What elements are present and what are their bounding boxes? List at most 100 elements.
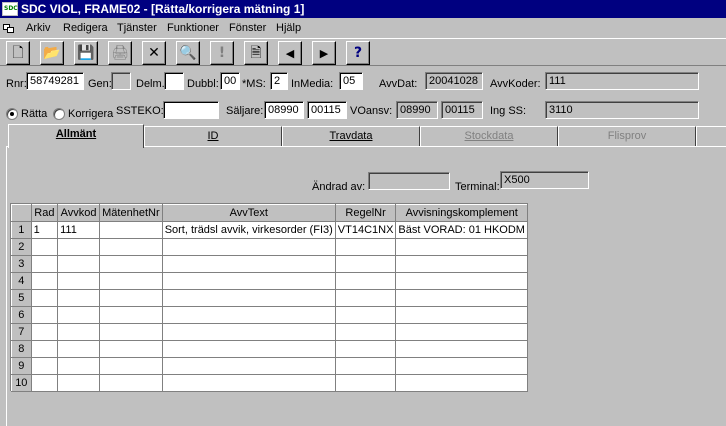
row-header[interactable]: 2 [11, 238, 32, 256]
table-row[interactable]: 2 [11, 238, 528, 256]
grid-cell[interactable] [99, 323, 163, 341]
grid-cell[interactable] [395, 306, 528, 324]
grid-cell[interactable] [99, 374, 163, 392]
grid-cell[interactable] [99, 255, 163, 273]
row-header[interactable]: 8 [11, 340, 32, 358]
new-page-icon[interactable]: 🗎 [244, 41, 268, 65]
grid-cell[interactable] [395, 272, 528, 290]
grid-cell[interactable] [57, 374, 101, 392]
grid-cell[interactable] [334, 340, 397, 358]
find-icon[interactable]: 🔍 [176, 41, 200, 65]
tab-overflow[interactable] [696, 126, 726, 146]
new-document-icon[interactable]: 🗋 [6, 41, 30, 65]
grid-cell[interactable] [161, 357, 336, 375]
col-header-regelnr[interactable]: RegelNr [334, 204, 397, 222]
grid-cell[interactable] [99, 306, 163, 324]
menu-tjanster[interactable]: Tjänster [117, 21, 157, 35]
grid-cell[interactable]: 111 [57, 221, 101, 239]
grid-cell[interactable] [161, 306, 336, 324]
saljare-field-2[interactable]: 00115 [307, 101, 347, 119]
table-row[interactable]: 4 [11, 272, 528, 290]
grid-cell[interactable]: Bäst VORAD: 01 HKODM [395, 221, 528, 239]
grid-cell[interactable] [161, 323, 336, 341]
tab-stockdata[interactable]: Stockdata [420, 126, 558, 146]
save-icon[interactable]: 💾 [74, 41, 98, 65]
tab-allmant[interactable]: Allmänt [8, 124, 144, 148]
title-bar[interactable]: SDC SDC VIOL, FRAME02 - [Rätta/korrigera… [0, 0, 726, 18]
table-row[interactable]: 9 [11, 357, 528, 375]
help-icon[interactable]: ? [346, 41, 370, 65]
grid-cell[interactable] [30, 255, 59, 273]
grid-cell[interactable] [30, 238, 59, 256]
next-icon[interactable]: ▶ [312, 41, 336, 65]
grid-cell[interactable] [161, 238, 336, 256]
rnr-field[interactable]: 58749281 [26, 72, 84, 90]
row-header[interactable]: 7 [11, 323, 32, 341]
tab-id[interactable]: ID [144, 126, 282, 146]
table-row[interactable]: 8 [11, 340, 528, 358]
document-window-icon[interactable] [3, 22, 15, 34]
grid-cell[interactable] [395, 323, 528, 341]
tab-travdata[interactable]: Travdata [282, 126, 420, 146]
grid-cell[interactable] [99, 238, 163, 256]
table-row[interactable]: 1 1 111 Sort, trädsl avvik, virkesorder (FI… [11, 221, 528, 239]
grid-cell[interactable] [161, 272, 336, 290]
print-icon[interactable]: 🖨 [108, 41, 132, 65]
row-header[interactable]: 10 [11, 374, 32, 392]
grid-cell[interactable] [161, 340, 336, 358]
grid-cell[interactable] [57, 289, 101, 307]
delm-field[interactable] [164, 72, 184, 90]
grid-cell[interactable] [57, 340, 101, 358]
important-icon[interactable]: ! [210, 41, 234, 65]
grid-cell[interactable] [161, 374, 336, 392]
menu-fonster[interactable]: Fönster [229, 21, 266, 35]
grid-cell[interactable] [99, 221, 163, 239]
grid-cell[interactable] [395, 374, 528, 392]
row-header[interactable]: 9 [11, 357, 32, 375]
grid-cell[interactable] [334, 238, 397, 256]
saljare-field-1[interactable]: 08990 [264, 101, 304, 119]
menu-hjalp[interactable]: Hjälp [276, 21, 301, 35]
grid-cell[interactable] [334, 272, 397, 290]
col-header-avvisningskomplement[interactable]: Avvisningskomplement [395, 204, 528, 222]
grid-cell[interactable] [334, 289, 397, 307]
andrad-av-field[interactable] [368, 172, 450, 190]
grid-cell[interactable]: VT14C1NX [334, 221, 397, 239]
grid-cell[interactable] [161, 289, 336, 307]
inmedia-field[interactable]: 05 [339, 72, 363, 90]
grid-cell[interactable] [30, 374, 59, 392]
ssteko-field[interactable] [163, 101, 219, 119]
grid-cell[interactable] [30, 323, 59, 341]
grid-cell[interactable] [334, 255, 397, 273]
grid-cell[interactable] [99, 340, 163, 358]
voansv-field-2[interactable]: 00115 [441, 101, 483, 119]
grid-cell[interactable] [395, 340, 528, 358]
menu-arkiv[interactable]: Arkiv [26, 21, 50, 35]
menu-funktioner[interactable]: Funktioner [167, 21, 219, 35]
korrigera-radio[interactable] [53, 108, 65, 120]
col-header-rad[interactable]: Rad [30, 204, 59, 222]
grid-cell[interactable]: 1 [30, 221, 59, 239]
grid-cell[interactable] [99, 357, 163, 375]
table-row[interactable]: 3 [11, 255, 528, 273]
grid-cell[interactable] [30, 306, 59, 324]
grid-cell[interactable] [57, 323, 101, 341]
grid-cell[interactable] [334, 306, 397, 324]
row-header[interactable]: 3 [11, 255, 32, 273]
grid-cell[interactable] [395, 255, 528, 273]
grid-cell[interactable] [395, 357, 528, 375]
row-header[interactable]: 6 [11, 306, 32, 324]
previous-icon[interactable]: ◀ [278, 41, 302, 65]
grid-cell[interactable] [57, 306, 101, 324]
col-header-avvkod[interactable]: Avvkod [57, 204, 101, 222]
grid-cell[interactable] [30, 340, 59, 358]
col-header-matenhetnr[interactable]: MätenhetNr [99, 204, 163, 222]
gen-field[interactable] [111, 72, 131, 90]
grid-cell[interactable] [30, 272, 59, 290]
grid-cell[interactable] [30, 289, 59, 307]
grid-cell[interactable] [395, 289, 528, 307]
table-row[interactable]: 5 [11, 289, 528, 307]
grid-cell[interactable] [30, 357, 59, 375]
voansv-field-1[interactable]: 08990 [396, 101, 438, 119]
grid-cell[interactable] [161, 255, 336, 273]
